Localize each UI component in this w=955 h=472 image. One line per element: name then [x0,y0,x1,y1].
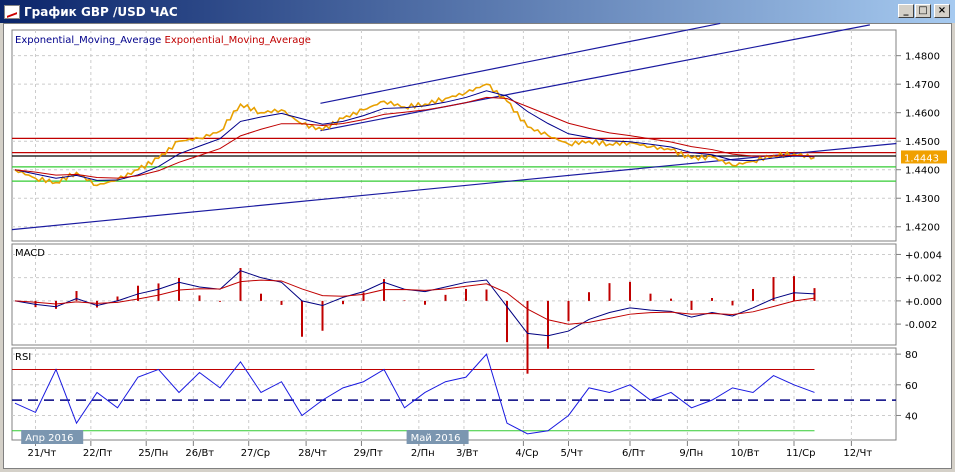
y-tick-label: 1.4700 [905,80,940,91]
y-tick-label: 80 [905,350,918,361]
x-tick-label: 4/Ср [515,448,538,459]
x-tick-label: 10/Вт [731,448,760,459]
y-tick-label: 1.4200 [905,223,940,234]
panel-1 [11,243,897,346]
legend-ema-slow: Exponential_Moving_Average [164,35,311,46]
y-tick-label: +0.000 [905,297,942,308]
x-tick-label: 2/Пн [411,448,435,459]
x-tick-label: 26/Вт [185,448,214,459]
y-tick-label: 1.4300 [905,194,940,205]
x-tick-label: 22/Пт [83,448,113,459]
y-tick-label: +0.004 [905,250,942,261]
current-price-label: 1.4443 [904,153,939,164]
rsi-panel-title: RSI [15,352,31,363]
panel-2 [11,347,897,441]
x-tick-label: 9/Пн [679,448,703,459]
y-tick-label: 60 [905,381,918,392]
y-tick-label: 1.4400 [905,166,940,177]
x-tick-label: 29/Пт [353,448,383,459]
legend: Exponential_Moving_Average Exponential_M… [15,35,311,46]
x-tick-label: 3/Вт [456,448,479,459]
x-tick-label: 5/Чт [561,448,584,459]
x-tick-label: 21/Чт [28,448,57,459]
x-tick-label: 27/Ср [241,448,270,459]
legend-ema-fast: Exponential_Moving_Average [15,35,162,46]
chart-canvas[interactable]: 21/Чт 22/Пт 25/Пн 26/Вт 27/Ср 28/Чт 29/Пт 2/Пн 3… [0,0,955,472]
y-tick-label: 40 [905,411,918,422]
x-tick-label: 6/Пт [622,448,645,459]
panel-0 [11,29,897,242]
y-tick-label: 1.4600 [905,109,940,120]
x-tick-label: 12/Чт [843,448,872,459]
y-tick-label: 1.4800 [905,52,940,63]
x-tick-label: 11/Ср [786,448,815,459]
month-label: Апр 2016 [25,433,73,444]
y-tick-label: +0.002 [905,274,942,285]
x-tick-label: 25/Пн [138,448,168,459]
month-label: Май 2016 [411,433,461,444]
y-tick-label: -0.002 [905,320,937,331]
y-tick-label: 1.4500 [905,137,940,148]
x-tick-label: 28/Чт [298,448,327,459]
macd-panel-title: MACD [15,248,45,259]
